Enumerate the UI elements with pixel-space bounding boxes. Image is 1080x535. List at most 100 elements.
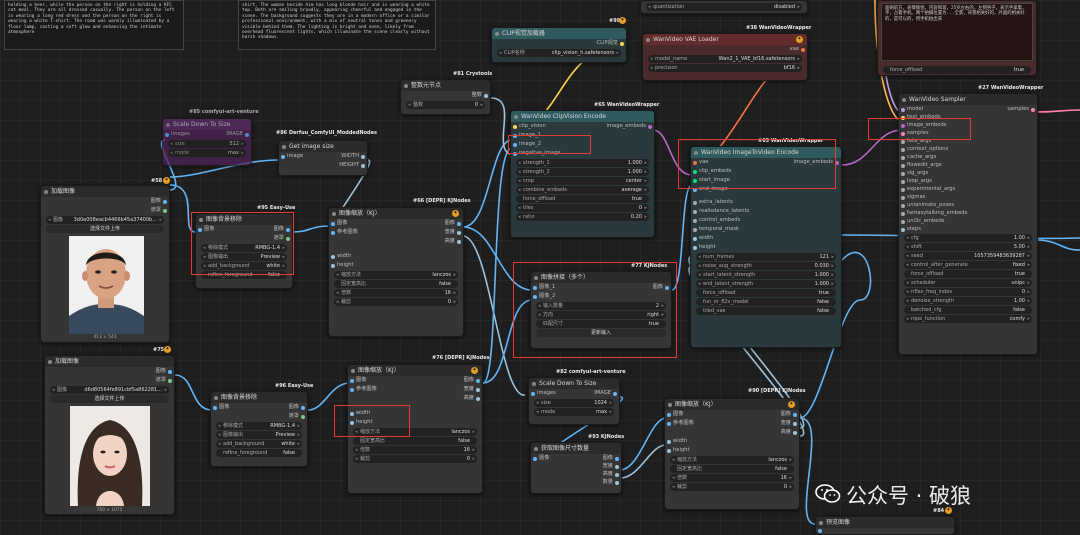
output-dot[interactable] xyxy=(793,430,797,435)
clip-vision-loader-title[interactable]: CLIP视觉加载器 xyxy=(492,28,626,39)
resize1-widget[interactable]: 固定宽高比 false xyxy=(334,280,458,288)
input-dot[interactable] xyxy=(331,221,335,226)
load1-upload-button[interactable]: 选择文件上传 xyxy=(46,225,164,233)
input-dot[interactable] xyxy=(693,187,697,192)
scaledown-size-widget[interactable]: size 1024 xyxy=(534,399,614,407)
input-dot[interactable] xyxy=(350,378,354,383)
input-dot[interactable] xyxy=(818,529,822,533)
input-dot[interactable] xyxy=(901,115,905,120)
input-dot[interactable] xyxy=(350,387,354,392)
get-image-size-node[interactable]: Get image size image WIDTH HEIGHT xyxy=(278,140,368,176)
output-dot[interactable] xyxy=(361,154,365,159)
input-dot[interactable] xyxy=(513,142,517,147)
i2v-widget[interactable]: start_latent_strength 1.000 xyxy=(696,271,836,279)
resize1-io[interactable]: 图像 图像 xyxy=(329,219,463,228)
getsize2-io[interactable]: 高度 xyxy=(531,470,621,478)
vae-loader-title[interactable]: WanVideo VAE Loader xyxy=(643,34,807,45)
resize1-widget[interactable]: 缩放方法 lanczos xyxy=(334,271,458,279)
rmbg2-widget[interactable]: refine_foreground false xyxy=(216,449,302,457)
rmbg2-widget[interactable]: 移除模式 RMBG-1.4 xyxy=(216,422,302,430)
clip-vision-loader-node[interactable]: CLIP视觉加载器 CLIP视觉 CLIP名称 clip_vision_h.sa… xyxy=(491,27,627,63)
sampler-widget[interactable]: riflex_freq_index 0 xyxy=(904,288,1032,296)
sampler-io[interactable]: cache_args xyxy=(899,153,1037,161)
resize1-widget[interactable]: 裁剪 0 xyxy=(334,298,458,306)
input-dot[interactable] xyxy=(693,200,697,205)
resize-2-title[interactable]: 图像缩放（KJ） xyxy=(348,365,482,376)
input-dot[interactable] xyxy=(331,263,335,268)
resize3-widget[interactable]: 裁剪 0 xyxy=(670,483,794,491)
output-dot[interactable] xyxy=(168,378,172,383)
load-image-node-2[interactable]: 加载图像 图像 遮罩 图像 d6d80564fe891cbf5a862281...… xyxy=(44,355,175,515)
scaledown-io[interactable]: images IMAGE xyxy=(529,389,619,398)
i2v-io[interactable]: temporal_mask xyxy=(691,225,841,234)
input-dot[interactable] xyxy=(693,218,697,223)
concat-io[interactable]: 图像_2 xyxy=(531,292,671,301)
i2v-io[interactable]: clip_embeds xyxy=(691,167,841,176)
scale-down-node[interactable]: Scale Down To Size images IMAGE size 1024… xyxy=(528,377,620,425)
resize2-io[interactable]: width xyxy=(348,409,482,418)
ghost-size-widget[interactable]: size 512 xyxy=(168,140,246,148)
load1-io[interactable]: 遮罩 xyxy=(41,206,169,215)
rmbg1-widget[interactable]: add_background white xyxy=(201,262,287,270)
input-dot[interactable] xyxy=(533,294,537,299)
resize-node-3[interactable]: 图像缩放（KJ） ✦ 图像 图像 参考图像 宽度 高度 width height… xyxy=(664,398,800,510)
get-size-count-node[interactable]: 获取图像尺寸数量 图像 图像 宽度 高度 数量 xyxy=(530,442,622,494)
input-dot[interactable] xyxy=(331,254,335,259)
rmbg1-widget[interactable]: 移除模式 RMBG-1.4 xyxy=(201,244,287,252)
remove-bg-node-2[interactable]: 图像背景移除 图像 图像 遮罩 移除模式 RMBG-1.4 图像输出 Preview… xyxy=(210,391,308,467)
input-dot[interactable] xyxy=(901,211,905,216)
output-dot[interactable] xyxy=(168,369,172,374)
input-dot[interactable] xyxy=(513,151,517,156)
integer-node-title[interactable]: 整数元节点 xyxy=(401,80,490,91)
resize3-io[interactable]: 高度 xyxy=(665,428,799,437)
i2v-io[interactable]: vae image_embeds xyxy=(691,158,841,167)
encode-widget[interactable]: combine_embeds average xyxy=(516,186,649,194)
resize3-io[interactable]: height xyxy=(665,446,799,455)
resize1-io[interactable]: 参考图像 宽度 xyxy=(329,228,463,237)
output-dot[interactable] xyxy=(301,405,305,410)
load1-io[interactable]: 图像 xyxy=(41,197,169,206)
rmbg2-widget[interactable]: 图像输出 Preview xyxy=(216,431,302,439)
input-dot[interactable] xyxy=(901,123,905,128)
getsize-io[interactable]: image WIDTH xyxy=(279,152,367,161)
encode-widget[interactable]: crop center xyxy=(516,177,649,185)
encode-io-1[interactable]: image_1 xyxy=(511,131,654,140)
input-dot[interactable] xyxy=(901,131,905,136)
sampler-io[interactable]: text_embeds xyxy=(899,113,1037,121)
input-dot[interactable] xyxy=(350,411,354,416)
load1-image-widget[interactable]: 图像 3d0e008eacb4466b45a37400b... xyxy=(46,216,164,224)
getsize2-io[interactable]: 数量 xyxy=(531,478,621,486)
i2v-widget[interactable]: force_offload true xyxy=(696,289,836,297)
i2v-widget[interactable]: fun_or_fl2v_model false xyxy=(696,298,836,306)
output-dot[interactable] xyxy=(361,163,365,168)
output-dot[interactable] xyxy=(613,391,617,396)
input-dot[interactable] xyxy=(533,456,537,461)
input-dot[interactable] xyxy=(901,187,905,192)
resize3-widget[interactable]: 缩放方法 lanczos xyxy=(670,456,794,464)
resize3-io[interactable]: 参考图像 宽度 xyxy=(665,419,799,428)
resize2-widget[interactable]: 缩放方法 lanczos xyxy=(353,428,477,436)
getsize2-io[interactable]: 图像 图像 xyxy=(531,454,621,462)
input-dot[interactable] xyxy=(901,227,905,232)
input-dot[interactable] xyxy=(331,230,335,235)
sampler-io[interactable]: feta_args xyxy=(899,137,1037,145)
output-dot[interactable] xyxy=(793,412,797,417)
integer-output[interactable]: 整数 xyxy=(401,91,490,100)
force-offload-toggle[interactable]: force_offload true xyxy=(883,66,1031,74)
get-image-size-title[interactable]: Get image size xyxy=(279,141,367,152)
encode-widget[interactable]: strength_2 1.000 xyxy=(516,168,649,176)
resize3-widget[interactable]: 固定宽高比 false xyxy=(670,465,794,473)
resize2-io[interactable]: 图像 图像 xyxy=(348,376,482,385)
input-dot[interactable] xyxy=(693,169,697,174)
i2v-io[interactable]: extra_latents xyxy=(691,198,841,207)
input-dot[interactable] xyxy=(901,107,905,112)
i2v-io[interactable]: control_embeds xyxy=(691,216,841,225)
sampler-node[interactable]: WanVideo Sampler model samples text_embe… xyxy=(898,93,1038,355)
ghost-io[interactable]: images IMAGE xyxy=(163,130,251,139)
input-dot[interactable] xyxy=(513,124,517,129)
sampler-widget[interactable]: shift 5.00 xyxy=(904,243,1032,251)
vae-output-dot[interactable] xyxy=(801,47,805,52)
output-dot[interactable] xyxy=(163,199,167,204)
i2v-widget[interactable]: tiled_vae false xyxy=(696,307,836,315)
sampler-title[interactable]: WanVideo Sampler xyxy=(899,94,1037,105)
